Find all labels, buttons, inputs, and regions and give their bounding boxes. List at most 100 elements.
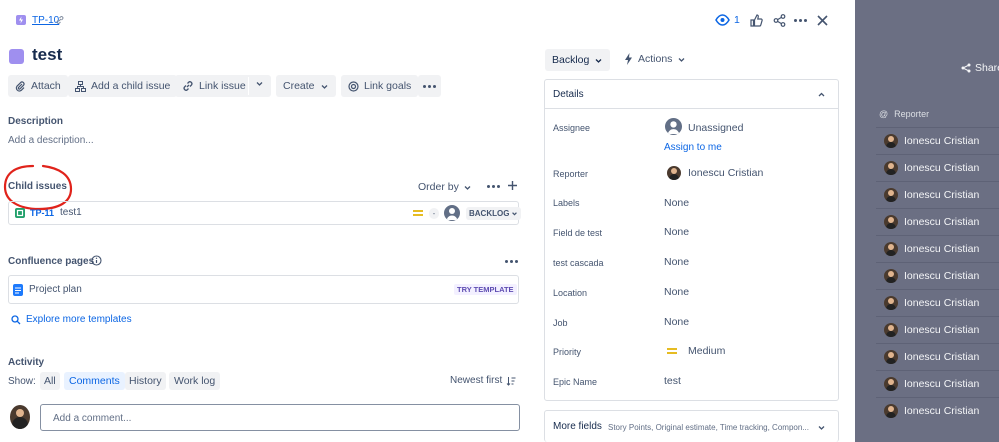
- info-icon[interactable]: [91, 255, 102, 266]
- watch-button[interactable]: 1: [715, 14, 740, 26]
- target-icon: [348, 80, 359, 92]
- link-goals-button[interactable]: Link goals: [341, 75, 419, 97]
- comment-input[interactable]: Add a comment...: [40, 404, 520, 431]
- share-icon: [961, 63, 971, 73]
- link-icon: [182, 80, 194, 92]
- test-cascada-value[interactable]: None: [664, 256, 689, 268]
- create-button[interactable]: Create: [276, 75, 336, 97]
- priority-value[interactable]: Medium: [688, 345, 725, 357]
- more-fields-panel[interactable]: More fields Story Points, Original estim…: [544, 410, 839, 442]
- reporter-column-header: @ Reporter: [879, 109, 930, 119]
- assign-to-me-link[interactable]: Assign to me: [664, 142, 722, 153]
- avatar: [884, 350, 898, 364]
- background-reporter-row: Ionescu Cristian: [876, 208, 999, 235]
- more-icon[interactable]: [794, 19, 807, 22]
- chevron-down-icon: [594, 56, 603, 65]
- description-field[interactable]: Add a description...: [8, 135, 94, 146]
- sort-button[interactable]: Newest first: [450, 375, 516, 386]
- issue-title[interactable]: test: [32, 45, 62, 65]
- job-value[interactable]: None: [664, 316, 689, 328]
- chevron-down-icon[interactable]: [255, 79, 264, 88]
- search-icon: [11, 314, 21, 325]
- labels-value[interactable]: None: [664, 197, 689, 209]
- epic-color-swatch: [9, 49, 24, 64]
- avatar: [444, 205, 460, 221]
- try-template-badge[interactable]: TRY TEMPLATE: [454, 284, 517, 295]
- avatar: [884, 161, 898, 175]
- avatar: [884, 296, 898, 310]
- field-de-test-label: Field de test: [553, 228, 603, 238]
- priority-medium-icon: [667, 347, 677, 355]
- child-issues-heading: Child issues: [8, 181, 67, 192]
- avatar: [884, 377, 898, 391]
- background-reporter-row: Ionescu Cristian: [876, 154, 999, 181]
- order-by-button[interactable]: Order by: [418, 181, 472, 193]
- confluence-page-item[interactable]: Project plan TRY TEMPLATE: [8, 275, 519, 304]
- share-icon[interactable]: [773, 14, 786, 27]
- explore-templates-link[interactable]: Explore more templates: [11, 314, 132, 325]
- filter-work-log[interactable]: Work log: [169, 372, 221, 390]
- chevron-down-icon: [677, 55, 686, 64]
- background-reporter-row: Ionescu Cristian: [876, 127, 999, 154]
- background-reporter-row: Ionescu Cristian: [876, 343, 999, 370]
- epic-name-value[interactable]: test: [664, 375, 681, 387]
- filter-history[interactable]: History: [125, 372, 166, 390]
- thumbs-up-icon[interactable]: [750, 14, 763, 27]
- more-icon[interactable]: [487, 185, 500, 188]
- list-item[interactable]: TP-11 test1 - BACKLOG: [8, 201, 522, 225]
- chevron-down-icon: [320, 82, 329, 91]
- details-header[interactable]: Details: [545, 80, 838, 109]
- filter-comments[interactable]: Comments: [64, 372, 125, 390]
- epic-icon: [16, 15, 26, 25]
- child-issue-summary[interactable]: test1: [60, 207, 82, 218]
- avatar: [884, 242, 898, 256]
- background-reporter-row: Ionescu Cristian: [876, 262, 999, 289]
- labels-label: Labels: [553, 198, 580, 208]
- avatar: [667, 166, 681, 180]
- more-actions-button[interactable]: [418, 75, 441, 97]
- actions-button[interactable]: Actions: [624, 53, 686, 65]
- add-child-issue-button[interactable]: Add a child issue: [68, 75, 178, 97]
- avatar: [884, 215, 898, 229]
- field-de-test-value[interactable]: None: [664, 226, 689, 238]
- filter-all[interactable]: All: [40, 372, 60, 390]
- attach-button[interactable]: Attach: [8, 75, 68, 97]
- close-icon[interactable]: [817, 15, 828, 26]
- child-issue-key[interactable]: TP-11: [30, 208, 54, 218]
- status-dropdown[interactable]: BACKLOG: [466, 207, 522, 220]
- add-icon[interactable]: [507, 180, 518, 191]
- eye-icon: [715, 14, 730, 26]
- reporter-value[interactable]: Ionescu Cristian: [688, 167, 763, 179]
- more-icon: [423, 84, 436, 88]
- background-reporter-row: Ionescu Cristian: [876, 397, 999, 424]
- assignee-value[interactable]: Unassigned: [688, 122, 743, 134]
- link-issue-button[interactable]: Link issue: [175, 75, 271, 97]
- more-icon[interactable]: [505, 260, 518, 263]
- link-icon[interactable]: [56, 16, 64, 24]
- background-reporter-row: Ionescu Cristian: [876, 235, 999, 262]
- assignee-label: Assignee: [553, 123, 591, 133]
- background-reporter-row: Ionescu Cristian: [876, 370, 999, 397]
- estimate-badge: -: [429, 208, 439, 219]
- chevron-up-icon: [817, 90, 826, 99]
- subtask-icon: [15, 208, 25, 218]
- avatar: [884, 269, 898, 283]
- at-icon: @: [879, 109, 889, 119]
- chevron-down-icon: [511, 210, 518, 217]
- chevron-down-icon: [463, 183, 472, 192]
- location-label: Location: [553, 288, 588, 298]
- reporter-label: Reporter: [553, 169, 589, 179]
- status-button[interactable]: Backlog: [545, 49, 611, 71]
- avatar: [884, 188, 898, 202]
- job-label: Job: [553, 318, 568, 328]
- avatar: [884, 323, 898, 337]
- priority-medium-icon: [413, 209, 423, 217]
- avatar: [665, 118, 682, 135]
- confluence-heading: Confluence pages: [8, 256, 95, 267]
- priority-label: Priority: [553, 347, 582, 357]
- paperclip-icon: [15, 80, 26, 92]
- avatar: [884, 404, 898, 418]
- hierarchy-icon: [75, 80, 86, 92]
- location-value[interactable]: None: [664, 286, 689, 298]
- show-label: Show:: [8, 376, 36, 387]
